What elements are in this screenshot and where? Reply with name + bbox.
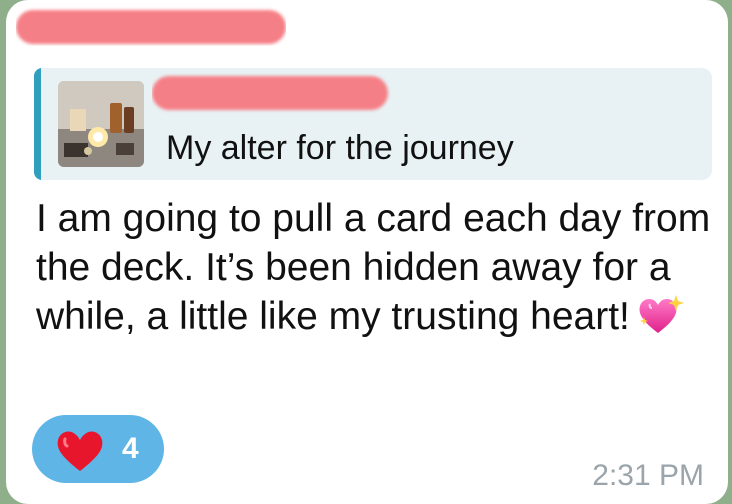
- message-body: I am going to pull a card each day from …: [36, 197, 711, 338]
- reply-thumbnail-image: [58, 81, 144, 167]
- red-heart-icon: [54, 427, 106, 473]
- reply-author-name[interactable]: [152, 70, 392, 114]
- message-bubble[interactable]: My alter for the journey I am going to p…: [6, 0, 728, 504]
- reaction-chip[interactable]: 4: [32, 415, 164, 483]
- message-text: I am going to pull a card each day from …: [36, 194, 716, 341]
- reaction-count: 4: [122, 432, 139, 465]
- reply-text: My alter for the journey: [166, 129, 514, 167]
- sparkling-heart-icon: [636, 293, 684, 337]
- redaction-mark: [16, 10, 286, 44]
- sender-name[interactable]: [16, 2, 286, 46]
- reply-preview[interactable]: My alter for the journey: [34, 68, 712, 180]
- message-timestamp: 2:31 PM: [592, 459, 704, 492]
- reply-accent-bar: [34, 68, 41, 180]
- redaction-mark: [152, 76, 388, 110]
